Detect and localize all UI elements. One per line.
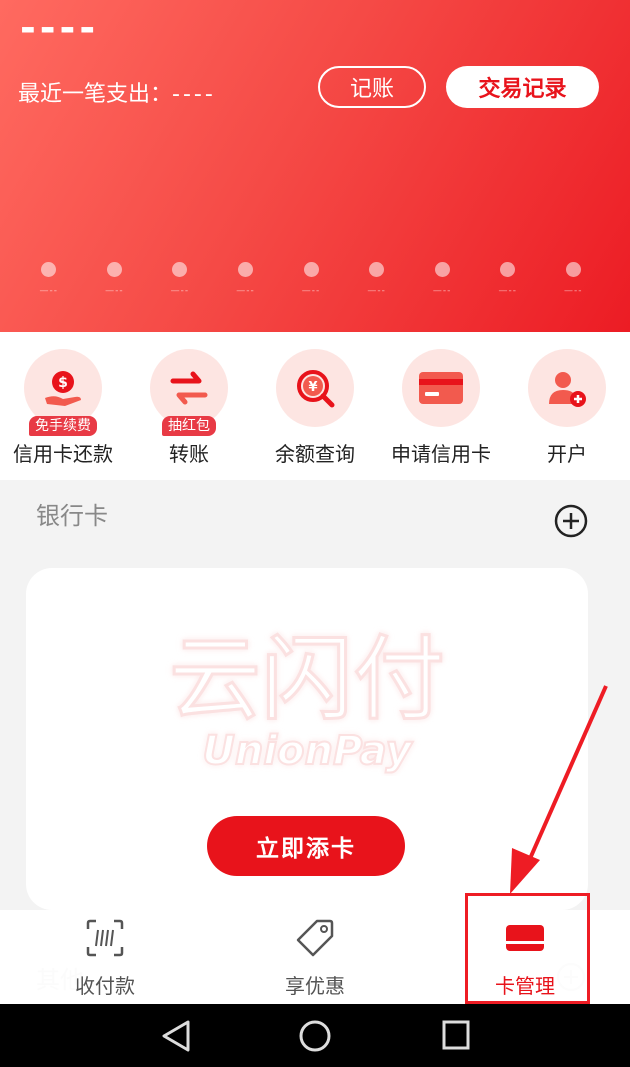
svg-text:¥: ¥ xyxy=(308,380,317,395)
tab-label: 享优惠 xyxy=(285,974,345,998)
tab-payment[interactable]: 收付款 xyxy=(0,910,210,1004)
add-user-icon xyxy=(528,349,606,427)
dot-label: —-- xyxy=(39,286,59,296)
credit-card-icon xyxy=(402,349,480,427)
chart-dot: —-- xyxy=(82,262,148,296)
recent-expense: 最近一笔支出：---- xyxy=(18,80,216,110)
action-transfer[interactable]: 抽红包 转账 xyxy=(126,332,252,480)
chart-dot: —-- xyxy=(16,262,82,296)
tab-offers[interactable]: 享优惠 xyxy=(210,910,420,1004)
action-open-account[interactable]: 开户 xyxy=(504,332,630,480)
scan-code-icon xyxy=(85,918,125,958)
chart-dot: —-- xyxy=(344,262,410,296)
spending-chart-placeholder: —-- —-- —-- —-- —-- —-- —-- —-- —-- xyxy=(16,262,606,296)
tag-icon xyxy=(295,918,335,958)
dot-label: —-- xyxy=(432,286,452,296)
add-bank-card-icon[interactable] xyxy=(554,504,588,538)
unionpay-logo: 云闪付 UnionPay xyxy=(167,625,446,776)
chart-dot: —-- xyxy=(213,262,279,296)
recents-icon[interactable] xyxy=(441,1019,471,1051)
chart-dot: —-- xyxy=(147,262,213,296)
dot-label: —-- xyxy=(367,286,386,296)
bank-card-section-title: 银行卡 xyxy=(36,502,108,530)
dot-label: —-- xyxy=(564,286,583,296)
chart-dot: —-- xyxy=(475,262,541,296)
tab-label: 收付款 xyxy=(75,974,135,998)
logo-chinese: 云闪付 xyxy=(169,626,445,733)
action-label: 信用卡还款 xyxy=(13,442,113,466)
action-label: 转账 xyxy=(169,442,209,466)
empty-card-placeholder: 云闪付 UnionPay 立即添卡 xyxy=(26,568,588,910)
recent-expense-value: ---- xyxy=(172,82,216,107)
action-label: 申请信用卡 xyxy=(391,442,491,466)
recent-expense-label: 最近一笔支出： xyxy=(18,82,173,107)
bookkeeping-button[interactable]: 记账 xyxy=(318,66,426,108)
add-card-button[interactable]: 立即添卡 xyxy=(207,816,405,876)
highlight-box xyxy=(465,893,590,1004)
back-icon[interactable] xyxy=(160,1019,192,1053)
page: ---- 最近一笔支出：---- 记账 交易记录 —-- —-- —-- —--… xyxy=(0,0,630,1067)
dot-label: —-- xyxy=(105,286,124,296)
fee-free-badge: 免手续费 xyxy=(29,416,97,436)
svg-text:$: $ xyxy=(58,375,68,391)
dot-label: —-- xyxy=(170,286,190,296)
action-credit-card-repayment[interactable]: $ 免手续费 信用卡还款 xyxy=(0,332,126,480)
yen-search-icon: ¥ xyxy=(276,349,354,427)
balance-header: ---- 最近一笔支出：---- 记账 交易记录 —-- —-- —-- —--… xyxy=(0,0,630,332)
chart-dot: —-- xyxy=(278,262,344,296)
dot-label: —-- xyxy=(498,286,517,296)
chart-dot: —-- xyxy=(409,262,475,296)
action-apply-credit-card[interactable]: 申请信用卡 xyxy=(378,332,504,480)
action-balance-inquiry[interactable]: ¥ 余额查询 xyxy=(252,332,378,480)
chart-dot: —-- xyxy=(541,262,607,296)
red-packet-badge: 抽红包 xyxy=(162,416,216,436)
transactions-button[interactable]: 交易记录 xyxy=(446,66,599,108)
dot-label: —-- xyxy=(301,286,321,296)
action-label: 开户 xyxy=(547,442,587,466)
amount-display: ---- xyxy=(20,6,100,50)
action-label: 余额查询 xyxy=(275,442,355,466)
quick-actions: $ 免手续费 信用卡还款 抽红包 转账 ¥ 余额查询 申请信用卡 开户 xyxy=(0,332,630,480)
system-nav-bar xyxy=(0,1004,630,1067)
home-icon[interactable] xyxy=(298,1019,332,1053)
logo-english: UnionPay xyxy=(202,728,413,774)
dot-label: —-- xyxy=(236,286,255,296)
